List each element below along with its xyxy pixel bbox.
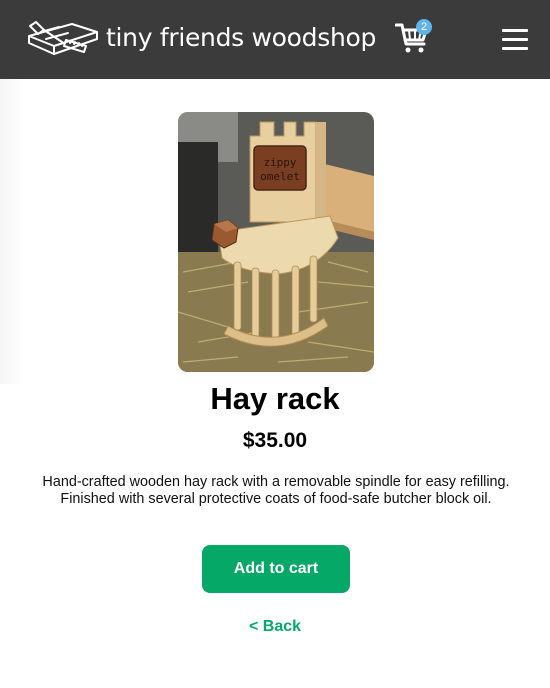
add-to-cart-button[interactable]: Add to cart — [202, 545, 350, 593]
product-image: zippy omelet — [178, 112, 374, 372]
product-description: Hand-crafted wooden hay rack with a remo… — [42, 474, 510, 507]
side-drawer-shadow — [0, 79, 26, 384]
product-price: $35.00 — [242, 429, 308, 452]
cart-button[interactable]: 2 — [395, 19, 435, 55]
brand-name: tiny friends woodshop — [106, 23, 377, 52]
sign-text-line1: zippy — [263, 156, 296, 169]
site-header: tiny friends woodshop 2 — [0, 0, 550, 79]
back-link[interactable]: < Back — [0, 618, 550, 636]
hamburger-menu-icon[interactable] — [502, 29, 528, 51]
product-title: Hay rack — [210, 381, 340, 416]
brand-logo-link[interactable]: tiny friends woodshop — [26, 16, 376, 60]
woodworking-logo-icon — [28, 21, 98, 55]
sign-text-line2: omelet — [260, 170, 300, 183]
cart-count-badge: 2 — [416, 19, 432, 35]
